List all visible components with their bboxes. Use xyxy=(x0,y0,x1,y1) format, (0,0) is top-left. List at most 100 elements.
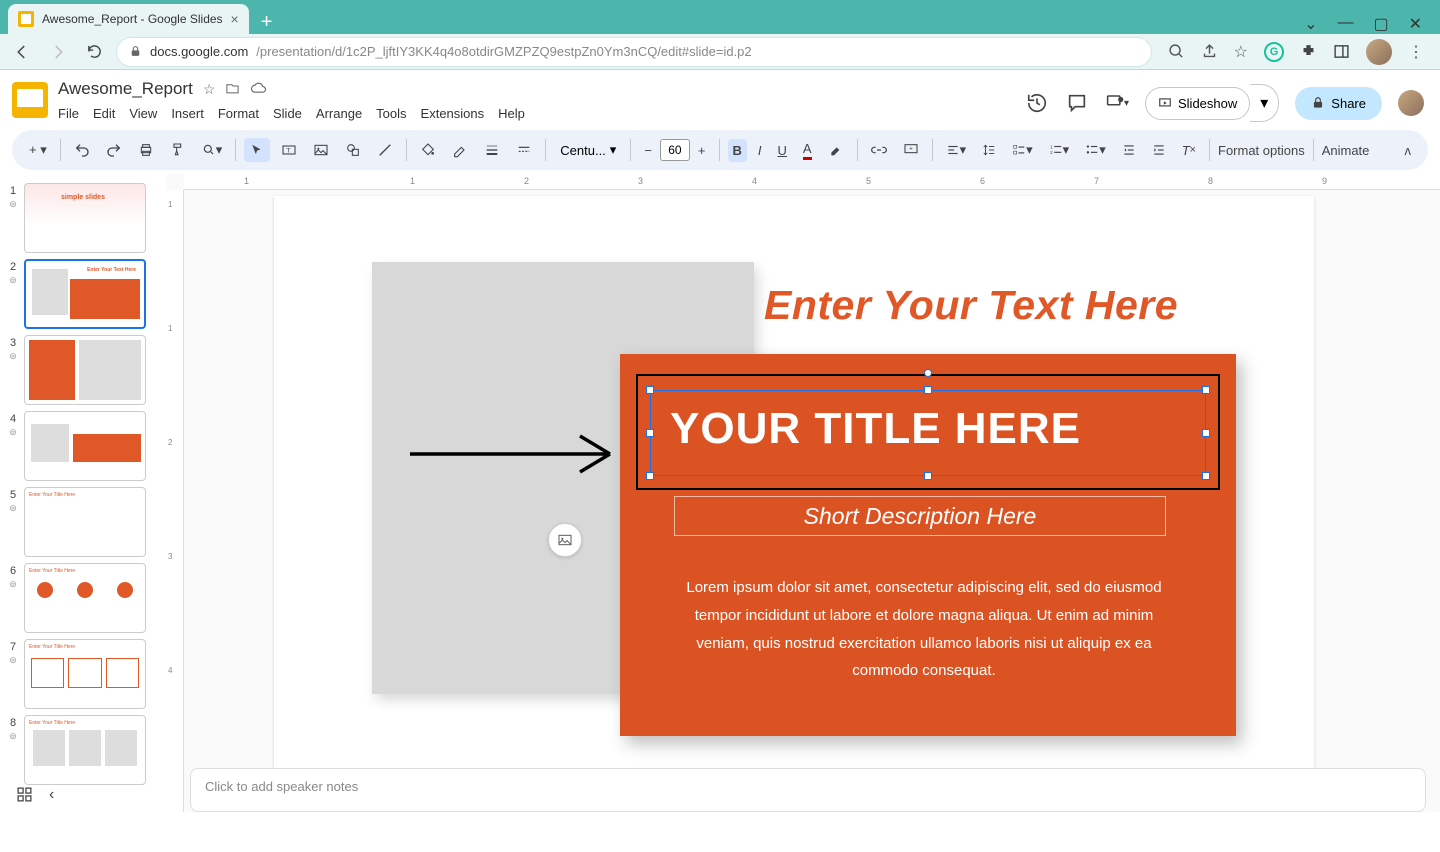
resize-handle[interactable] xyxy=(1202,429,1210,437)
grammarly-icon[interactable]: G xyxy=(1264,42,1284,62)
close-tab-icon[interactable]: × xyxy=(231,11,239,27)
rotate-handle[interactable] xyxy=(924,369,932,377)
share-page-icon[interactable] xyxy=(1201,43,1218,60)
fill-color-button[interactable] xyxy=(415,138,441,162)
line-spacing-button[interactable] xyxy=(977,139,1001,161)
line-tool[interactable] xyxy=(372,138,398,162)
textbox-tool[interactable]: T xyxy=(276,138,302,162)
bullet-list-button[interactable]: ▾ xyxy=(1080,138,1111,162)
kebab-menu-icon[interactable]: ⋮ xyxy=(1408,42,1424,62)
animate-button[interactable]: Animate xyxy=(1322,143,1370,158)
share-button[interactable]: Share xyxy=(1295,87,1382,120)
browser-tab[interactable]: Awesome_Report - Google Slides × xyxy=(8,4,249,34)
insert-comment-button[interactable]: + xyxy=(898,138,924,162)
comments-icon[interactable] xyxy=(1065,91,1089,115)
slide-header-text[interactable]: Enter Your Text Here xyxy=(764,282,1178,329)
resize-handle[interactable] xyxy=(924,386,932,394)
back-button[interactable] xyxy=(8,38,36,66)
text-color-button[interactable]: A xyxy=(798,137,817,164)
image-tool[interactable] xyxy=(308,138,334,162)
border-color-button[interactable] xyxy=(447,138,473,162)
image-hint-icon[interactable] xyxy=(548,523,582,557)
menu-edit[interactable]: Edit xyxy=(93,106,115,121)
font-family-dropdown[interactable]: Centu... ▾ xyxy=(554,142,622,158)
url-input[interactable]: docs.google.com/presentation/d/1c2P_ljft… xyxy=(116,37,1152,67)
thumbnail-panel[interactable]: 1⊜simple slides 2⊜Enter Your Text Here 3… xyxy=(0,174,166,812)
slide-editor[interactable]: Enter Your Text Here YOUR TITLE HERE S xyxy=(274,196,1314,786)
undo-button[interactable] xyxy=(69,138,95,162)
history-icon[interactable] xyxy=(1025,91,1049,115)
checklist-button[interactable]: ▾ xyxy=(1007,138,1038,162)
present-icon[interactable]: ▾ xyxy=(1105,91,1129,115)
thumbnail-2[interactable]: Enter Your Text Here xyxy=(24,259,146,329)
slideshow-dropdown[interactable]: ▾ xyxy=(1250,84,1279,122)
zoom-icon[interactable] xyxy=(1168,43,1185,60)
shape-tool[interactable] xyxy=(340,138,366,162)
paint-format-button[interactable] xyxy=(165,138,191,162)
align-button[interactable]: ▾ xyxy=(941,138,972,162)
sidepanel-icon[interactable] xyxy=(1333,43,1350,60)
description-box[interactable]: Short Description Here xyxy=(674,496,1166,536)
close-window-icon[interactable]: ✕ xyxy=(1409,14,1422,34)
underline-button[interactable]: U xyxy=(773,139,792,162)
resize-handle[interactable] xyxy=(1202,472,1210,480)
cloud-status-icon[interactable] xyxy=(250,81,267,98)
extensions-icon[interactable] xyxy=(1300,43,1317,60)
profile-avatar[interactable] xyxy=(1366,39,1392,65)
resize-handle[interactable] xyxy=(1202,386,1210,394)
menu-extensions[interactable]: Extensions xyxy=(421,106,485,121)
border-dash-button[interactable] xyxy=(511,138,537,162)
menu-slide[interactable]: Slide xyxy=(273,106,302,121)
redo-button[interactable] xyxy=(101,138,127,162)
font-size-input[interactable] xyxy=(660,139,690,161)
slide-title-text[interactable]: YOUR TITLE HERE xyxy=(670,404,1081,454)
menu-tools[interactable]: Tools xyxy=(376,106,406,121)
menu-view[interactable]: View xyxy=(129,106,157,121)
indent-decrease-button[interactable] xyxy=(1117,139,1141,161)
caret-down-icon[interactable]: ⌄ xyxy=(1304,14,1317,34)
italic-button[interactable]: I xyxy=(753,139,767,162)
new-slide-button[interactable]: + ▾ xyxy=(24,138,52,162)
reload-button[interactable] xyxy=(80,38,108,66)
border-weight-button[interactable] xyxy=(479,138,505,162)
move-icon[interactable] xyxy=(225,81,240,98)
speaker-notes-input[interactable]: Click to add speaker notes xyxy=(190,768,1426,812)
menu-help[interactable]: Help xyxy=(498,106,525,121)
document-title[interactable]: Awesome_Report xyxy=(58,79,193,99)
font-size-increase[interactable]: + xyxy=(693,139,711,162)
thumbnail-5[interactable]: Enter Your Title Here xyxy=(24,487,146,557)
grid-view-icon[interactable] xyxy=(16,786,33,804)
select-tool[interactable] xyxy=(244,138,270,162)
collapse-panel-icon[interactable]: ‹ xyxy=(49,786,54,804)
thumbnail-6[interactable]: Enter Your Title Here xyxy=(24,563,146,633)
format-options-button[interactable]: Format options xyxy=(1218,143,1305,158)
print-button[interactable] xyxy=(133,138,159,162)
menu-format[interactable]: Format xyxy=(218,106,259,121)
account-avatar[interactable] xyxy=(1398,90,1424,116)
slideshow-button[interactable]: Slideshow xyxy=(1145,87,1250,120)
maximize-icon[interactable]: ▢ xyxy=(1373,14,1388,34)
numbered-list-button[interactable]: 12 ▾ xyxy=(1044,138,1075,162)
zoom-dropdown[interactable]: ▾ xyxy=(197,138,228,162)
menu-insert[interactable]: Insert xyxy=(171,106,204,121)
font-size-decrease[interactable]: − xyxy=(639,139,657,162)
thumbnail-7[interactable]: Enter Your Title Here xyxy=(24,639,146,709)
resize-handle[interactable] xyxy=(646,429,654,437)
thumbnail-4[interactable] xyxy=(24,411,146,481)
highlight-button[interactable] xyxy=(823,138,849,162)
menu-file[interactable]: File xyxy=(58,106,79,121)
clear-formatting-button[interactable]: T× xyxy=(1177,139,1201,162)
star-icon[interactable]: ☆ xyxy=(203,81,216,98)
insert-link-button[interactable] xyxy=(866,138,892,162)
thumbnail-8[interactable]: Enter Your Title Here xyxy=(24,715,146,785)
thumbnail-1[interactable]: simple slides xyxy=(24,183,146,253)
new-tab-button[interactable]: + xyxy=(249,11,285,34)
bold-button[interactable]: B xyxy=(728,139,747,162)
slides-logo[interactable] xyxy=(12,82,48,118)
thumbnail-3[interactable] xyxy=(24,335,146,405)
resize-handle[interactable] xyxy=(646,472,654,480)
resize-handle[interactable] xyxy=(646,386,654,394)
forward-button[interactable] xyxy=(44,38,72,66)
minimize-icon[interactable]: — xyxy=(1337,14,1353,34)
indent-increase-button[interactable] xyxy=(1147,139,1171,161)
